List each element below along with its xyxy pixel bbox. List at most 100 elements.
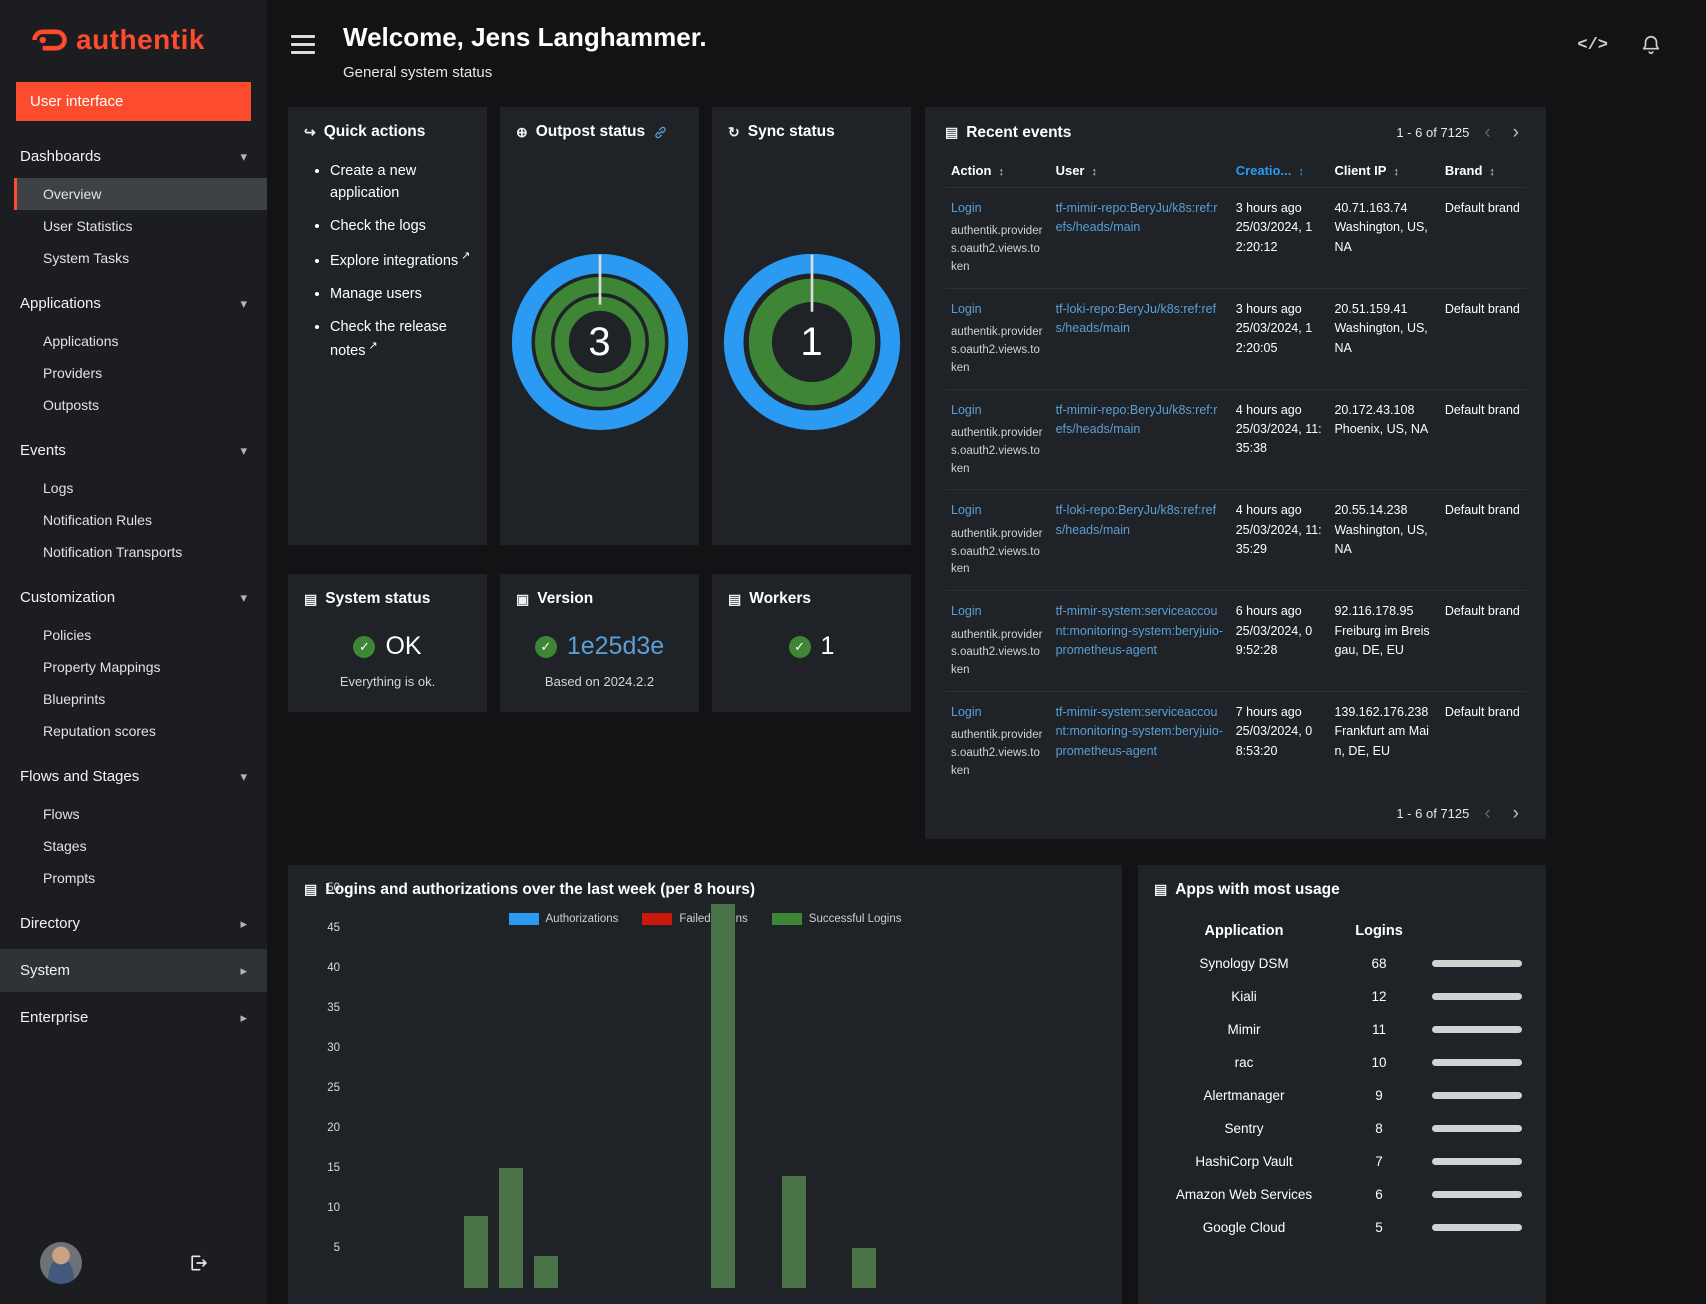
app-usage-row[interactable]: Google Cloud 5	[1154, 1211, 1530, 1244]
sidebar-section-events[interactable]: Events ▾	[0, 429, 267, 472]
version-icon: ▣	[516, 590, 530, 607]
event-time-relative: 7 hours ago	[1235, 705, 1302, 720]
sidebar-item-notification-transports[interactable]: Notification Transports	[14, 536, 267, 568]
pagination-next-button[interactable]: ›	[1506, 123, 1526, 142]
sidebar-item-system-tasks[interactable]: System Tasks	[14, 242, 267, 274]
event-action-link[interactable]: Login	[951, 302, 982, 316]
quick-action-create-application[interactable]: Create a new application	[330, 161, 471, 205]
app-usage-row[interactable]: Amazon Web Services 6	[1154, 1178, 1530, 1211]
column-header-client-ip[interactable]: Client IP ↕	[1328, 154, 1438, 188]
notification-bell-icon[interactable]	[1640, 34, 1662, 56]
y-axis-tick: 15	[327, 1162, 340, 1174]
version-detail: Based on 2024.2.2	[544, 674, 655, 689]
pagination-next-button[interactable]: ›	[1506, 804, 1526, 823]
user-interface-button[interactable]: User interface	[16, 82, 251, 121]
column-header-creation-date[interactable]: Creatio... ↕	[1230, 154, 1329, 188]
event-user-link[interactable]: tf-mimir-system:serviceaccount:monitorin…	[1056, 705, 1223, 758]
sidebar-item-overview[interactable]: Overview	[14, 178, 267, 210]
sidebar-item-policies[interactable]: Policies	[14, 619, 267, 651]
event-user-link[interactable]: tf-loki-repo:BeryJu/k8s:ref:refs/heads/m…	[1056, 302, 1216, 335]
sidebar-item-blueprints[interactable]: Blueprints	[14, 683, 267, 715]
authentik-logo[interactable]: authentik	[0, 0, 267, 80]
sidebar-section-applications[interactable]: Applications ▾	[0, 282, 267, 325]
y-axis-tick: 25	[327, 1082, 340, 1094]
sync-status-icon: ↻	[728, 123, 740, 140]
event-time-absolute: 25/03/2024, 09:52:28	[1235, 623, 1313, 657]
table-row[interactable]: Login authentik.providers.oauth2.views.t…	[945, 489, 1526, 591]
app-name: Google Cloud	[1202, 1219, 1286, 1235]
app-usage-row[interactable]: Kiali 12	[1154, 980, 1530, 1013]
event-action-link[interactable]: Login	[951, 705, 982, 719]
sidebar-section-enterprise[interactable]: Enterprise ▸	[0, 996, 267, 1039]
outpost-status-title: Outpost status	[535, 123, 646, 140]
sidebar-item-logs[interactable]: Logs	[14, 472, 267, 504]
column-header-user[interactable]: User ↕	[1050, 154, 1230, 188]
sidebar-item-flows[interactable]: Flows	[14, 798, 267, 830]
event-user-link[interactable]: tf-mimir-system:serviceaccount:monitorin…	[1056, 604, 1223, 657]
sidebar-item-stages[interactable]: Stages	[14, 830, 267, 862]
app-usage-row[interactable]: Synology DSM 68	[1154, 947, 1530, 980]
sidebar-section-directory[interactable]: Directory ▸	[0, 902, 267, 945]
event-client-location: Washington, US, NA	[1334, 522, 1428, 557]
sidebar-section-system[interactable]: System ▸	[0, 949, 267, 992]
sidebar-item-outposts[interactable]: Outposts	[14, 389, 267, 421]
app-name: Mimir	[1227, 1021, 1261, 1037]
quick-action-manage-users[interactable]: Manage users	[330, 284, 471, 306]
event-user-link[interactable]: tf-loki-repo:BeryJu/k8s:ref:refs/heads/m…	[1056, 503, 1216, 536]
sort-icon: ↕	[1091, 166, 1098, 178]
quick-action-explore-integrations[interactable]: Explore integrations↗	[330, 248, 471, 273]
column-header-action[interactable]: Action ↕	[945, 154, 1050, 188]
app-usage-row[interactable]: rac 10	[1154, 1046, 1530, 1079]
api-code-icon[interactable]: </>	[1577, 36, 1608, 55]
quick-action-release-notes[interactable]: Check the release notes↗	[330, 317, 471, 363]
table-row[interactable]: Login authentik.providers.oauth2.views.t…	[945, 187, 1526, 289]
sidebar-item-applications[interactable]: Applications	[14, 325, 267, 357]
sidebar-item-reputation-scores[interactable]: Reputation scores	[14, 715, 267, 747]
event-user-link[interactable]: tf-mimir-repo:BeryJu/k8s:ref:refs/heads/…	[1056, 201, 1218, 234]
chevron-right-icon: ▸	[240, 1009, 247, 1025]
sidebar-item-user-statistics[interactable]: User Statistics	[14, 210, 267, 242]
event-action-link[interactable]: Login	[951, 403, 982, 417]
external-link-icon: ↗	[368, 340, 378, 353]
legend-label: Authorizations	[545, 912, 619, 925]
event-action-link[interactable]: Login	[951, 604, 982, 618]
event-time-absolute: 25/03/2024, 08:53:20	[1235, 724, 1313, 758]
quick-action-check-logs[interactable]: Check the logs	[330, 216, 471, 238]
table-row[interactable]: Login authentik.providers.oauth2.views.t…	[945, 287, 1526, 390]
event-action-link[interactable]: Login	[951, 503, 982, 517]
sidebar-item-prompts[interactable]: Prompts	[14, 862, 267, 894]
pagination-prev-button[interactable]: ‹	[1477, 804, 1497, 823]
sidebar-item-property-mappings[interactable]: Property Mappings	[14, 651, 267, 683]
app-logins-count: 12	[1371, 988, 1387, 1004]
legend-item: Successful Logins	[771, 912, 901, 925]
version-value-link[interactable]: 1e25d3e	[567, 632, 664, 661]
y-axis-tick: 45	[327, 922, 340, 934]
avatar[interactable]	[40, 1242, 82, 1284]
pagination-prev-button[interactable]: ‹	[1477, 123, 1497, 142]
link-icon[interactable]	[653, 125, 668, 140]
logout-icon[interactable]	[188, 1253, 208, 1273]
app-usage-row[interactable]: Mimir 11	[1154, 1013, 1530, 1046]
menu-icon[interactable]	[291, 35, 315, 54]
table-row[interactable]: Login authentik.providers.oauth2.views.t…	[945, 691, 1526, 792]
app-usage-row[interactable]: Alertmanager 9	[1154, 1079, 1530, 1112]
table-row[interactable]: Login authentik.providers.oauth2.views.t…	[945, 590, 1526, 692]
event-action-app: authentik.providers.oauth2.views.token	[951, 225, 1043, 273]
app-logins-count: 10	[1371, 1054, 1387, 1070]
event-action-link[interactable]: Login	[951, 201, 982, 215]
sidebar-section-flows-and-stages[interactable]: Flows and Stages ▾	[0, 755, 267, 798]
sidebar-section-customization[interactable]: Customization ▾	[0, 576, 267, 619]
app-usage-row[interactable]: Sentry 8	[1154, 1112, 1530, 1145]
app-usage-row[interactable]: HashiCorp Vault 7	[1154, 1145, 1530, 1178]
event-user-link[interactable]: tf-mimir-repo:BeryJu/k8s:ref:refs/heads/…	[1056, 403, 1218, 436]
table-row[interactable]: Login authentik.providers.oauth2.views.t…	[945, 388, 1526, 490]
app-usage-bar	[1432, 959, 1522, 967]
app-usage-bar	[1432, 1058, 1522, 1066]
sidebar-item-providers[interactable]: Providers	[14, 357, 267, 389]
event-brand: Default brand	[1438, 590, 1526, 692]
column-header-brand[interactable]: Brand ↕	[1439, 154, 1526, 188]
quick-actions-card: ↪ Quick actions Create a new application…	[288, 107, 487, 545]
sidebar-section-dashboards[interactable]: Dashboards ▾	[0, 135, 267, 178]
sync-status-donut: 1	[723, 253, 901, 431]
sidebar-item-notification-rules[interactable]: Notification Rules	[14, 504, 267, 536]
